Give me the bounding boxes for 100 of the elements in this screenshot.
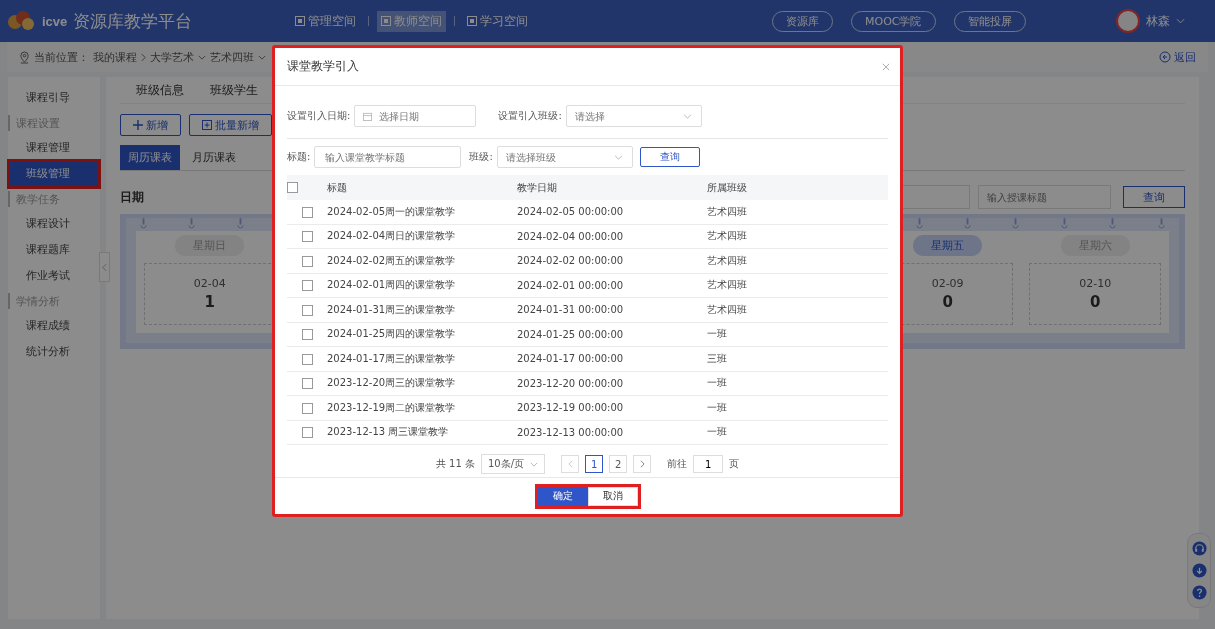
table-cell: 一班 [707, 420, 888, 445]
sidebar-item[interactable]: 课程设计 [10, 212, 98, 236]
row-checkbox[interactable] [301, 402, 313, 414]
table-cell: 2023-12-13 周三课堂教学 [327, 420, 517, 445]
column-header: 所属班级 [707, 175, 888, 200]
date-label: 日期 [120, 188, 144, 206]
table-cell: 2024-01-25周四的课堂教学 [327, 322, 517, 347]
row-checkbox[interactable] [301, 427, 313, 438]
day-cell[interactable]: 02-10 0 [1029, 263, 1161, 325]
back-arrow-icon [1159, 51, 1171, 63]
breadcrumb-link[interactable]: 大学艺术 [150, 49, 206, 65]
table-cell: 2023-12-13 00:00:00 [517, 420, 707, 445]
square-icon [467, 16, 477, 26]
breadcrumb-link[interactable]: 艺术四班 [210, 49, 266, 65]
breadcrumb-link[interactable]: 我的课程 [93, 49, 137, 65]
cloud-download-icon[interactable] [1191, 563, 1207, 578]
date-picker[interactable]: 选择日期 [354, 105, 477, 127]
platform-name: 资源库教学平台 [73, 9, 193, 33]
sidebar-item[interactable]: 作业考试 [10, 264, 98, 288]
caret-icon [258, 54, 266, 60]
table-cell: 一班 [707, 395, 888, 420]
table-cell: 艺术四班 [707, 200, 888, 224]
chevron-icon [141, 52, 146, 62]
row-checkbox[interactable] [301, 304, 313, 316]
sidebar-item[interactable]: 统计分析 [10, 340, 98, 364]
confirm-button[interactable]: 确定 [537, 486, 588, 506]
table-cell: 2024-02-05 00:00:00 [517, 200, 707, 224]
chevron-left-icon [102, 262, 107, 272]
field-label: 设置引入班级: [498, 109, 562, 123]
sidebar-item[interactable]: 课程引导 [10, 86, 98, 110]
row-checkbox[interactable] [301, 353, 313, 365]
space-tab[interactable]: 教师空间 [377, 10, 446, 32]
view-tab[interactable]: 月历课表 [184, 145, 244, 170]
row-checkbox[interactable] [301, 206, 313, 218]
table-cell: 2024-01-17 00:00:00 [517, 346, 707, 371]
day-date: 02-10 [1079, 277, 1112, 290]
tab[interactable]: 班级学生 [210, 81, 258, 99]
space-tab[interactable]: 管理空间 [291, 10, 360, 32]
close-icon[interactable] [882, 62, 890, 71]
goto-page-field[interactable]: 1 [693, 455, 724, 473]
headset-icon[interactable] [1191, 541, 1207, 556]
search-button[interactable]: 查询 [1123, 186, 1185, 208]
page-unit: 页 [729, 457, 740, 471]
sidebar-item[interactable]: 课程题库 [10, 238, 98, 262]
square-icon [295, 16, 305, 26]
title-field[interactable]: 输入课堂教学标题 [314, 146, 462, 168]
space-tab[interactable]: 学习空间 [463, 10, 532, 32]
table-cell: 2024-02-05周一的课堂教学 [327, 200, 517, 224]
table-cell: 2024-02-01周四的课堂教学 [327, 273, 517, 298]
action-button[interactable]: 批量新增 [189, 114, 272, 136]
search-button[interactable]: 查询 [639, 147, 700, 167]
location-label: 当前位置： [34, 49, 89, 65]
select-all-checkbox[interactable] [287, 182, 298, 194]
row-checkbox[interactable] [301, 378, 313, 389]
logo-icon [6, 10, 36, 32]
sidebar-item[interactable]: 班级管理 [10, 162, 98, 186]
row-checkbox[interactable] [301, 255, 313, 267]
table-cell: 2024-01-31 00:00:00 [517, 297, 707, 322]
table-cell: 2024-02-04 00:00:00 [517, 224, 707, 249]
caret-icon [682, 114, 692, 119]
row-checkbox[interactable] [301, 231, 313, 242]
page-size-select[interactable]: 10条/页 [481, 454, 546, 474]
class-select[interactable]: 请选择 [565, 105, 702, 127]
chevron-left-icon [567, 460, 573, 468]
total-count: 共 11 条 [435, 457, 475, 471]
table-cell: 2023-12-19 00:00:00 [517, 395, 707, 420]
view-tab[interactable]: 周历课表 [120, 145, 180, 170]
logo-text: icve [42, 13, 68, 29]
table-cell: 2023-12-19周二的课堂教学 [327, 395, 517, 420]
cancel-button[interactable]: 取消 [587, 486, 638, 506]
table-cell: 艺术四班 [707, 297, 888, 322]
chevron-right-icon [639, 460, 645, 468]
sidebar-item[interactable]: 课程管理 [10, 136, 98, 160]
row-checkbox[interactable] [301, 280, 313, 291]
day-count: 0 [942, 293, 953, 311]
table-cell: 一班 [707, 322, 888, 347]
row-checkbox[interactable] [301, 329, 313, 340]
page-button[interactable]: 2 [609, 455, 628, 473]
caret-icon [530, 461, 539, 467]
table-cell: 2024-01-25 00:00:00 [517, 322, 707, 347]
tab[interactable]: 班级信息 [136, 81, 184, 99]
caret-icon [198, 54, 206, 60]
page-button[interactable]: 1 [585, 455, 604, 473]
column-header: 标题 [327, 175, 517, 200]
back-link[interactable]: 返回 [1159, 49, 1196, 65]
caret-icon [1176, 18, 1185, 24]
weekday-label[interactable]: 星期五 [913, 235, 983, 256]
action-button[interactable]: 新增 [120, 114, 181, 136]
calendar-icon [363, 112, 373, 121]
class-filter-select[interactable]: 请选择班级 [496, 146, 633, 168]
user-name[interactable]: 林森 [1146, 12, 1170, 30]
table-cell: 艺术四班 [707, 224, 888, 249]
sidebar-item[interactable]: 课程成绩 [10, 314, 98, 338]
table-cell: 2024-02-04周日的课堂教学 [327, 224, 517, 249]
title-search-field[interactable]: 输入授课标题 [978, 185, 1111, 209]
day-count: 1 [204, 293, 215, 311]
table-cell: 2024-01-31周三的课堂教学 [327, 297, 517, 322]
help-icon[interactable] [1191, 585, 1207, 600]
table-cell: 2024-02-02 00:00:00 [517, 248, 707, 273]
table-cell: 三班 [707, 346, 888, 371]
